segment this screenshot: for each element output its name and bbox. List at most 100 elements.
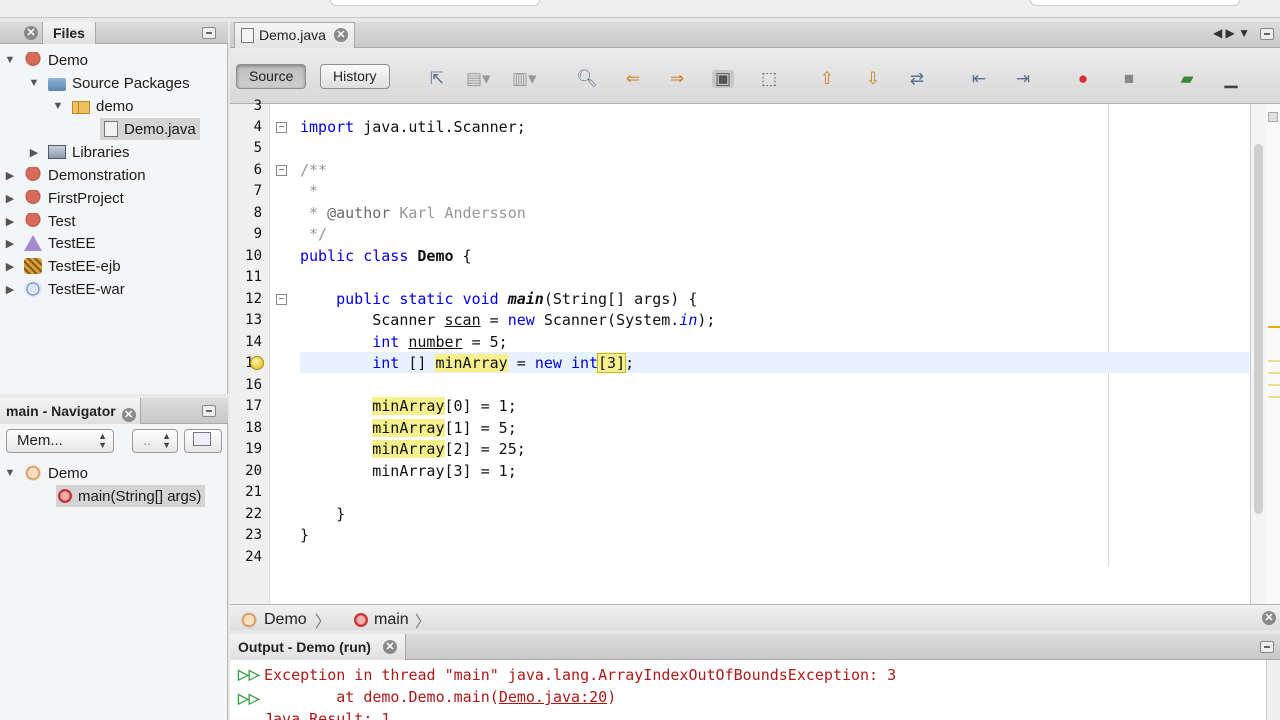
close-tab-icon[interactable]: ✕: [333, 28, 348, 42]
uncomment-icon[interactable]: ▁: [1220, 70, 1242, 88]
code-line-6: /**: [300, 161, 328, 179]
members-combo[interactable]: Mem... ▲ ▼: [6, 429, 114, 453]
tree-item-source-packages[interactable]: ▼ Source Packages: [28, 72, 190, 94]
tree-item-demo-project[interactable]: ▼ Demo: [4, 49, 88, 71]
tree-item-demo-java[interactable]: Demo.java: [100, 118, 200, 140]
breadcrumb-label: main: [374, 611, 409, 628]
minimize-icon[interactable]: [202, 405, 216, 417]
tree-item-demonstration[interactable]: ▶ Demonstration: [4, 164, 146, 186]
collapsed-arrow-icon[interactable]: ▶: [4, 192, 16, 205]
collapsed-arrow-icon[interactable]: ▶: [4, 169, 16, 182]
last-edit-icon[interactable]: ⇱: [426, 70, 448, 88]
minimize-icon[interactable]: [1260, 641, 1274, 653]
tree-item-demo-package[interactable]: ▼ demo: [52, 95, 134, 117]
code-editor[interactable]: 3 4 5 6 7 8 9 10 11 12 13 14 15 16 17 18…: [230, 98, 1280, 604]
find-previous-icon[interactable]: ⇐: [622, 70, 644, 88]
collapsed-arrow-icon[interactable]: ▶: [4, 260, 16, 273]
editor-scrollbar[interactable]: [1250, 104, 1266, 604]
shift-right-icon[interactable]: ⇥: [1012, 70, 1034, 88]
rerun-icon[interactable]: ▷▷: [238, 666, 260, 682]
line-number: 6: [253, 162, 262, 178]
filter-combo[interactable]: .. ▲ ▼: [132, 429, 178, 453]
breadcrumb-main[interactable]: main 〉: [354, 608, 431, 632]
occurrence-mark[interactable]: [1268, 360, 1280, 362]
output-console[interactable]: ▷▷ ▷▷ Exception in thread "main" java.la…: [230, 660, 1280, 720]
tree-item-test[interactable]: ▶ Test: [4, 210, 76, 232]
line-number: 7: [253, 183, 262, 199]
toggle-highlight-icon[interactable]: ▣: [712, 70, 734, 88]
package-icon: [72, 100, 90, 114]
collapsed-arrow-icon[interactable]: ▶: [4, 283, 16, 296]
output-scrollbar[interactable]: [1266, 660, 1280, 720]
expanded-arrow-icon[interactable]: ▼: [52, 100, 64, 112]
output-tab[interactable]: Output - Demo (run) ✕: [230, 634, 406, 660]
files-tab[interactable]: Files: [42, 22, 96, 44]
output-line-stack: at demo.Demo.main(Demo.java:20): [264, 688, 616, 706]
scrollbar-thumb[interactable]: [1254, 144, 1263, 514]
breadcrumb-demo[interactable]: Demo 〉: [240, 608, 331, 632]
chevron-right-icon: 〉: [414, 614, 431, 631]
occurrence-mark[interactable]: [1268, 372, 1280, 374]
occurrence-mark[interactable]: [1268, 384, 1280, 386]
tree-item-testee-ejb[interactable]: ▶ TestEE-ejb: [4, 255, 121, 277]
close-breadcrumbs-icon[interactable]: ✕: [1262, 611, 1276, 625]
fold-toggle-icon[interactable]: −: [276, 165, 287, 176]
close-output-icon[interactable]: ✕: [382, 640, 397, 654]
collapsed-arrow-icon[interactable]: ▶: [4, 215, 16, 228]
ejb-project-icon: [24, 258, 42, 274]
code-line-13: Scanner scan = new Scanner(System.in);: [300, 311, 716, 329]
java-file-icon: [104, 121, 118, 137]
back-icon[interactable]: ▤▾: [466, 70, 491, 88]
expanded-arrow-icon[interactable]: ▼: [28, 77, 40, 89]
line-number: 21: [245, 484, 262, 500]
nav-item-demo-class[interactable]: ▼ Demo: [4, 462, 88, 484]
error-stripe[interactable]: [1266, 104, 1280, 604]
expanded-arrow-icon[interactable]: ▼: [4, 467, 16, 479]
rectangular-selection-icon[interactable]: ⬚: [758, 70, 780, 88]
navigator-title[interactable]: main - Navigator ✕: [0, 398, 141, 424]
find-next-icon[interactable]: ⇒: [666, 70, 688, 88]
collapsed-arrow-icon[interactable]: ▶: [4, 237, 16, 250]
history-button[interactable]: History: [320, 64, 390, 89]
stack-trace-link[interactable]: Demo.java:20: [499, 688, 607, 706]
code-line-4: import java.util.Scanner;: [300, 118, 526, 136]
tab-list-arrows-icon[interactable]: ◀ ▶ ▼: [1213, 26, 1250, 40]
collapsed-arrow-icon[interactable]: ▶: [28, 146, 40, 159]
source-button[interactable]: Source: [236, 64, 307, 89]
warning-mark[interactable]: [1268, 326, 1280, 328]
close-files-icon[interactable]: ✕: [24, 26, 38, 40]
close-navigator-icon[interactable]: ✕: [121, 408, 136, 422]
next-bookmark-icon[interactable]: ⇩: [862, 70, 884, 88]
fold-toggle-icon[interactable]: −: [276, 122, 287, 133]
forward-icon[interactable]: ▥▾: [512, 70, 537, 88]
comment-icon[interactable]: ▰: [1176, 70, 1198, 88]
toggle-bookmark-icon[interactable]: ⇄: [906, 70, 928, 88]
nav-item-main-method[interactable]: main(String[] args): [56, 485, 206, 507]
shift-left-icon[interactable]: ⇤: [968, 70, 990, 88]
fold-toggle-icon[interactable]: −: [276, 294, 287, 305]
maximize-icon[interactable]: [1260, 28, 1274, 40]
updown-icon: ▲ ▼: [98, 431, 107, 450]
occurrence-mark[interactable]: [1268, 396, 1280, 398]
layout-toggle-button[interactable]: [184, 429, 222, 453]
tree-item-testee[interactable]: ▶ TestEE: [4, 232, 96, 254]
previous-bookmark-icon[interactable]: ⇧: [816, 70, 838, 88]
line-number: 17: [245, 398, 262, 414]
rerun-with-args-icon[interactable]: ▷▷: [238, 690, 260, 706]
tree-item-testee-war[interactable]: ▶ TestEE-war: [4, 278, 125, 300]
line-number: 22: [245, 506, 262, 522]
minimize-icon[interactable]: [202, 27, 216, 39]
tree-label: Demo: [48, 464, 89, 482]
tree-item-libraries[interactable]: ▶ Libraries: [28, 141, 130, 163]
start-macro-icon[interactable]: ●: [1072, 70, 1094, 88]
right-margin-line: [1108, 104, 1109, 566]
find-icon[interactable]: 🔍︎: [576, 70, 598, 88]
method-icon: [354, 613, 368, 627]
expanded-arrow-icon[interactable]: ▼: [4, 54, 16, 66]
hint-bulb-icon[interactable]: [250, 356, 264, 370]
tab-demo-java[interactable]: Demo.java ✕: [234, 22, 355, 48]
filter-combo-value: ..: [143, 432, 152, 449]
tree-item-firstproject[interactable]: ▶ FirstProject: [4, 187, 124, 209]
stop-macro-icon[interactable]: ■: [1118, 70, 1140, 88]
line-number: 23: [245, 527, 262, 543]
